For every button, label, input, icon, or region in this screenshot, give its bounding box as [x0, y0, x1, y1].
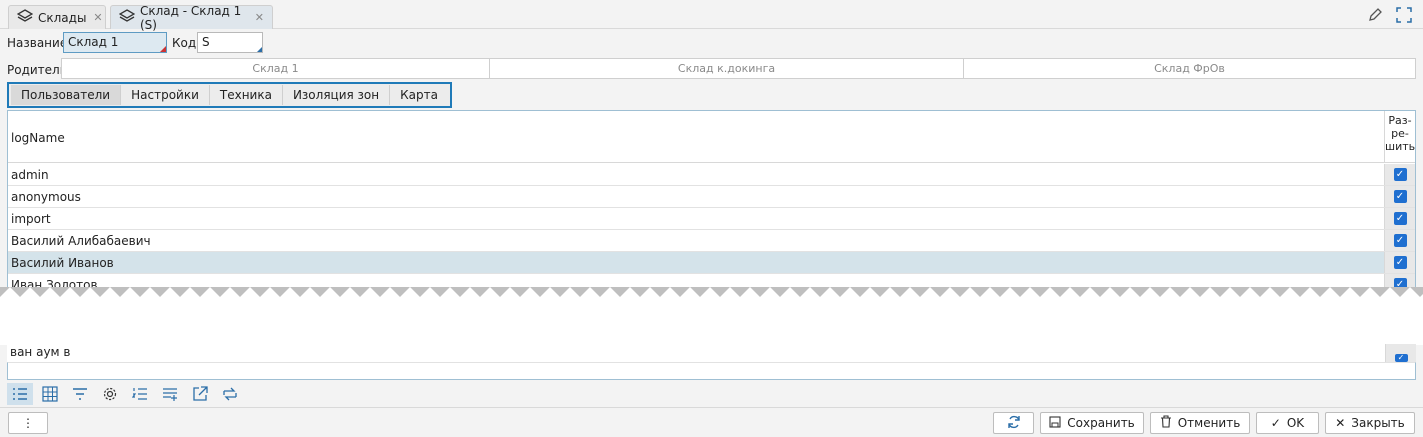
required-marker — [160, 46, 166, 52]
parent-selector[interactable]: Склад 1 Склад к.докинга Склад ФрОв — [61, 58, 1416, 79]
column-header-logname[interactable]: logName — [11, 131, 65, 145]
tab-zone-isolation[interactable]: Изоляция зон — [283, 85, 391, 105]
cancel-button[interactable]: Отменить — [1150, 412, 1250, 434]
allow-checkbox[interactable]: ✓ — [1393, 256, 1407, 269]
row-logname: Василий Иванов — [11, 256, 114, 270]
code-field[interactable]: S — [197, 32, 263, 53]
close-icon[interactable]: ✕ — [93, 11, 102, 24]
tab-label: Склады — [38, 10, 87, 25]
field-marker — [257, 47, 262, 52]
table-row-selected[interactable]: Василий Иванов ✓ — [8, 252, 1415, 274]
trash-icon — [1160, 415, 1172, 431]
check-icon: ✓ — [1270, 416, 1281, 430]
column-header-allow-label: Раз- ре- шить — [1385, 114, 1416, 153]
tab-settings[interactable]: Настройки — [121, 85, 210, 105]
name-label: Название — [7, 36, 68, 50]
grid-bottom — [7, 362, 1416, 380]
parent-cell[interactable]: Склад к.докинга — [490, 59, 964, 78]
more-menu-button[interactable]: ⋮ — [8, 412, 48, 434]
list-view-icon[interactable] — [7, 383, 33, 405]
close-icon[interactable]: ✕ — [255, 11, 264, 24]
allow-checkbox[interactable]: ✓ — [1393, 212, 1407, 225]
grid-view-icon[interactable] — [37, 383, 63, 405]
allow-checkbox[interactable]: ✓ — [1394, 354, 1408, 362]
table-row[interactable]: import ✓ — [8, 208, 1415, 230]
save-label: Сохранить — [1067, 416, 1135, 430]
allow-cell: ✓ — [1384, 208, 1415, 229]
settings-icon[interactable] — [97, 383, 123, 405]
allow-cell: ✓ — [1385, 344, 1416, 362]
save-button[interactable]: Сохранить — [1040, 412, 1144, 434]
table-row-partial[interactable]: ван аум в ✓ — [7, 344, 1416, 362]
row-logname: Василий Алибабаевич — [11, 234, 151, 248]
name-value: Склад 1 — [68, 35, 119, 49]
form-footer: ⋮ Сохранить Отменить ✓ OK ✕ Закрыть — [0, 407, 1423, 437]
table-row[interactable]: admin ✓ — [8, 164, 1415, 186]
close-icon: ✕ — [1335, 416, 1346, 430]
ok-label: OK — [1286, 416, 1305, 430]
tab-warehouses[interactable]: Склады ✕ — [8, 5, 106, 29]
layers-icon — [118, 9, 136, 26]
tab-users[interactable]: Пользователи — [11, 85, 122, 105]
parent-label: Родитель — [7, 63, 67, 77]
ok-button[interactable]: ✓ OK — [1256, 412, 1319, 434]
export-icon[interactable] — [187, 383, 213, 405]
section-tabs: Пользователи Настройки Техника Изоляция … — [7, 82, 452, 108]
fullscreen-icon[interactable] — [1395, 6, 1413, 24]
close-label: Закрыть — [1351, 416, 1405, 430]
allow-cell: ✓ — [1384, 164, 1415, 185]
allow-checkbox[interactable]: ✓ — [1393, 168, 1407, 181]
row-logname: ван аум в — [10, 345, 71, 359]
transfer-icon[interactable] — [217, 383, 243, 405]
row-logname: import — [11, 212, 51, 226]
table-row[interactable]: Василий Алибабаевич ✓ — [8, 230, 1415, 252]
code-value: S — [202, 35, 210, 49]
tab-warehouse-1[interactable]: Склад - Склад 1 (S) ✕ — [110, 3, 273, 32]
refresh-icon — [1007, 415, 1021, 432]
edit-icon[interactable] — [1366, 6, 1384, 24]
name-field[interactable]: Склад 1 — [63, 32, 167, 53]
numbered-list-icon[interactable] — [127, 383, 153, 405]
refresh-button[interactable] — [993, 412, 1034, 434]
row-logname: anonymous — [11, 190, 81, 204]
allow-cell: ✓ — [1384, 230, 1415, 251]
close-button[interactable]: ✕ Закрыть — [1325, 412, 1415, 434]
table-row[interactable]: anonymous ✓ — [8, 186, 1415, 208]
parent-cell[interactable]: Склад ФрОв — [964, 59, 1415, 78]
tab-equipment[interactable]: Техника — [210, 85, 283, 105]
column-header-allow[interactable]: Раз- ре- шить — [1384, 111, 1415, 163]
more-icon: ⋮ — [22, 416, 34, 430]
allow-cell: ✓ — [1384, 252, 1415, 273]
allow-checkbox[interactable]: ✓ — [1393, 190, 1407, 203]
document-tabbar: Склады ✕ Склад - Склад 1 (S) ✕ — [0, 0, 1423, 32]
cancel-label: Отменить — [1177, 416, 1241, 430]
row-logname: admin — [11, 168, 49, 182]
allow-cell: ✓ — [1384, 186, 1415, 207]
grid-header: logName Раз- ре- шить — [8, 111, 1415, 163]
tab-map[interactable]: Карта — [390, 85, 448, 105]
filter-icon[interactable] — [67, 383, 93, 405]
grid-toolbar — [7, 383, 243, 405]
code-label: Код — [172, 36, 197, 50]
allow-checkbox[interactable]: ✓ — [1393, 234, 1407, 247]
screenshot-tear — [0, 287, 1423, 345]
add-row-icon[interactable] — [157, 383, 183, 405]
save-icon — [1049, 415, 1061, 431]
layers-icon — [16, 9, 34, 26]
tab-label: Склад - Склад 1 (S) — [140, 3, 242, 32]
parent-cell[interactable]: Склад 1 — [62, 59, 490, 78]
